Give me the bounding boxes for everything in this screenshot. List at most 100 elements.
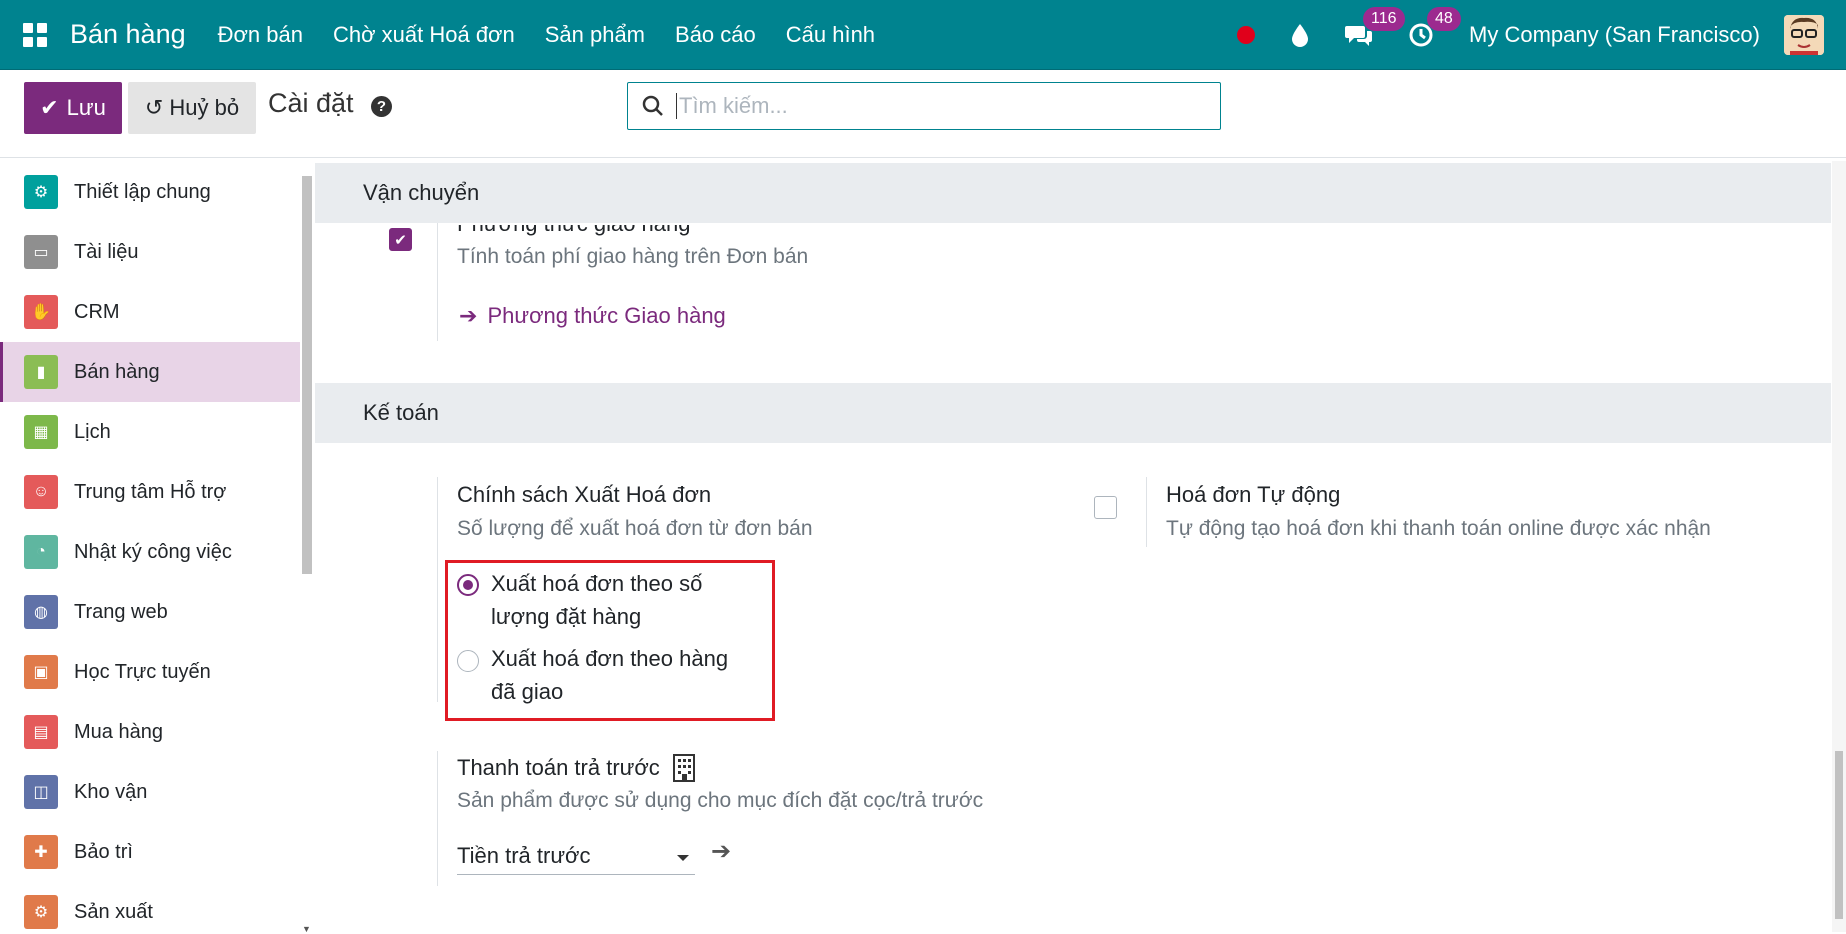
auto-invoice-desc: Tự động tạo hoá đơn khi thanh toán onlin… [1166, 517, 1711, 540]
sidebar-item[interactable]: ▦ Lịch [0, 402, 300, 462]
sidebar-item[interactable]: ▭ Tài liệu [0, 222, 300, 282]
setting-divider [1146, 477, 1147, 547]
discard-button-label: Huỷ bỏ [169, 95, 240, 120]
sidebar-item[interactable]: ◍ Trang web [0, 582, 300, 642]
auto-invoice-checkbox[interactable] [1094, 496, 1117, 519]
sales-chart-icon: ▮ [24, 355, 58, 389]
undo-icon: ↺ [144, 95, 164, 120]
sidebar-item[interactable]: ◔ Nhật ký công việc [0, 522, 300, 582]
main-scrollbar[interactable] [1832, 161, 1846, 932]
discard-button[interactable]: ↺ Huỷ bỏ [128, 82, 256, 134]
down-payment-title: Thanh toán trả trước [457, 755, 660, 780]
top-navbar: Bán hàng Đơn bán Chờ xuất Hoá đơn Sản ph… [0, 0, 1846, 70]
timesheet-icon: ◔ [24, 535, 58, 569]
sidebar-item[interactable]: ✚ Bảo trì [0, 822, 300, 882]
search-bar [627, 82, 1221, 130]
menu-products[interactable]: Sản phẩm [545, 22, 645, 48]
sidebar-item-label: Sản xuất [74, 900, 153, 923]
section-shipping-header: Vận chuyển [315, 163, 1831, 223]
sidebar-item[interactable]: ▤ Mua hàng [0, 702, 300, 762]
menu-reporting[interactable]: Báo cáo [675, 22, 756, 48]
activities-count-badge: 48 [1427, 6, 1461, 31]
radio-ordered-quantities[interactable] [457, 574, 479, 596]
caret-down-icon [677, 855, 689, 861]
radio-delivered-quantities-label[interactable]: Xuất hoá đơn theo hàng đã giao [491, 642, 731, 708]
radio-ordered-quantities-label[interactable]: Xuất hoá đơn theo số lượng đặt hàng [491, 567, 731, 633]
save-button-label: Lưu [66, 95, 106, 120]
check-icon: ✔ [40, 95, 59, 120]
shipping-method-checkbox[interactable]: ✔ [389, 228, 412, 251]
company-building-icon [673, 754, 695, 787]
sidebar-item-label: Nhật ký công việc [74, 540, 232, 563]
gear-icon: ⚙ [24, 175, 58, 209]
scroll-down-arrow-icon[interactable]: ▼ [302, 924, 311, 934]
inventory-icon: ◫ [24, 775, 58, 809]
invoicing-policy-desc: Số lượng để xuất hoá đơn từ đơn bán [457, 517, 813, 540]
calendar-icon: ▦ [24, 415, 58, 449]
down-payment-product-value: Tiền trả trước [457, 842, 591, 868]
auto-invoice-title: Hoá đơn Tự động [1166, 482, 1341, 507]
folder-icon: ▭ [24, 235, 58, 269]
app-menu-icon[interactable] [0, 0, 70, 70]
helpdesk-icon: ☺ [24, 475, 58, 509]
setting-divider [437, 751, 438, 886]
shipping-methods-link[interactable]: ➔ Phương thức Giao hàng [459, 303, 726, 329]
recording-indicator-icon[interactable] [1237, 25, 1256, 44]
control-panel: ✔ Lưu ↺ Huỷ bỏ Cài đặt ? [0, 70, 1846, 158]
search-input[interactable] [676, 93, 1176, 119]
sidebar-item-label: Bán hàng [74, 360, 160, 383]
search-icon [642, 95, 663, 116]
maintenance-icon: ✚ [24, 835, 58, 869]
droplet-icon[interactable] [1291, 23, 1309, 47]
handshake-icon: ✋ [24, 295, 58, 329]
invoicing-policy-title: Chính sách Xuất Hoá đơn [457, 482, 712, 507]
shipping-methods-link-label: Phương thức Giao hàng [487, 303, 726, 328]
messages-count-badge: 116 [1363, 6, 1405, 31]
down-payment-product-select[interactable]: Tiền trả trước [457, 837, 695, 875]
menu-configuration[interactable]: Cấu hình [786, 22, 875, 48]
sidebar-item-label: Trung tâm Hỗ trợ [74, 480, 227, 503]
sidebar-item-label: Lịch [74, 420, 111, 443]
sidebar-item[interactable]: ⚙ Thiết lập chung [0, 162, 300, 222]
section-accounting-header: Kế toán [315, 383, 1831, 443]
purchase-icon: ▤ [24, 715, 58, 749]
main-scrollbar-thumb[interactable] [1835, 751, 1843, 919]
sidebar-item-label: Mua hàng [74, 720, 163, 743]
company-switcher[interactable]: My Company (San Francisco) [1469, 22, 1760, 48]
menu-orders[interactable]: Đơn bán [218, 22, 303, 48]
sidebar-item-label: Trang web [74, 600, 168, 623]
page-title: Cài đặt [268, 88, 354, 118]
sidebar-item[interactable]: ▣ Học Trực tuyến [0, 642, 300, 702]
open-record-arrow-icon[interactable]: ➔ [711, 837, 731, 866]
sidebar-item-label: Học Trực tuyến [74, 660, 211, 683]
globe-icon: ◍ [24, 595, 58, 629]
save-button[interactable]: ✔ Lưu [24, 82, 122, 134]
manufacturing-icon: ⚙ [24, 895, 58, 929]
sidebar-item-label: Bảo trì [74, 840, 133, 863]
elearning-icon: ▣ [24, 655, 58, 689]
sidebar-item[interactable]: ⚙ Sản xuất [0, 882, 300, 932]
sidebar-item[interactable]: ▮ Bán hàng [0, 342, 300, 402]
setting-divider [437, 477, 438, 702]
help-icon[interactable]: ? [371, 96, 392, 117]
sidebar-item-label: Tài liệu [74, 240, 139, 263]
sidebar-item[interactable]: ☺ Trung tâm Hỗ trợ [0, 462, 300, 522]
user-avatar[interactable] [1784, 14, 1824, 55]
sidebar-item[interactable]: ✋ CRM [0, 282, 300, 342]
menu-to-invoice[interactable]: Chờ xuất Hoá đơn [333, 22, 515, 48]
settings-content: Vận chuyển Phương thức giao hàng ✔ Tính … [315, 161, 1831, 932]
sidebar-scrollbar[interactable] [302, 176, 312, 574]
radio-delivered-quantities[interactable] [457, 650, 479, 672]
sidebar-item-label: Kho vận [74, 780, 148, 803]
sidebar-item-label: CRM [74, 300, 120, 323]
app-brand[interactable]: Bán hàng [70, 19, 186, 50]
sidebar-item[interactable]: ◫ Kho vận [0, 762, 300, 822]
activities-clock-icon[interactable]: 48 [1409, 6, 1461, 47]
messages-icon[interactable]: 116 [1345, 6, 1405, 47]
shipping-method-desc: Tính toán phí giao hàng trên Đơn bán [457, 245, 809, 268]
arrow-right-icon: ➔ [459, 303, 478, 328]
setting-divider [437, 223, 438, 341]
sidebar-item-label: Thiết lập chung [74, 180, 211, 203]
down-payment-desc: Sản phẩm được sử dụng cho mục đích đặt c… [457, 789, 984, 812]
settings-sidebar: ⚙ Thiết lập chung ▭ Tài liệu ✋ CRM ▮ Bán hàng ▦ L… [0, 161, 300, 932]
